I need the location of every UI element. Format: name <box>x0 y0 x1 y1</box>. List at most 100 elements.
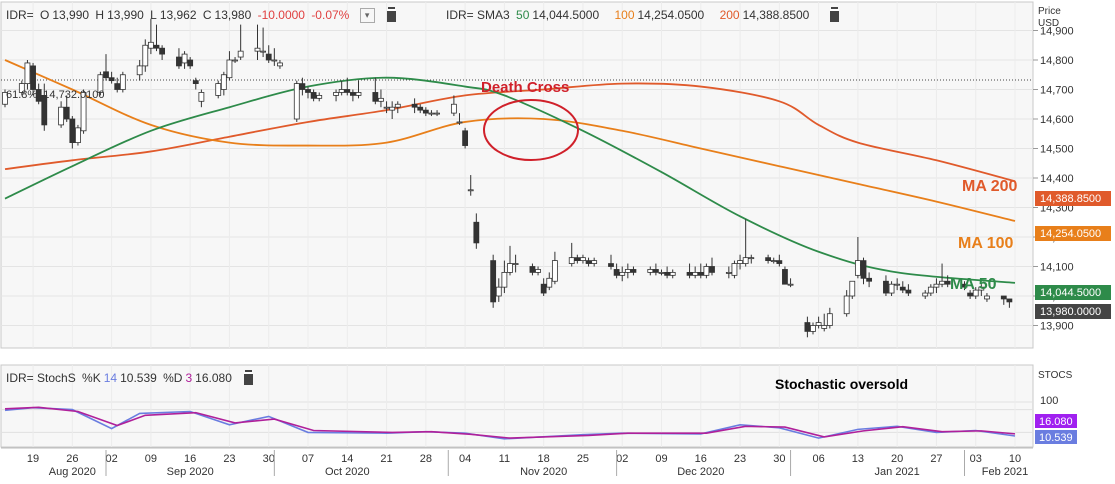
svg-text:13,980.0000: 13,980.0000 <box>1040 306 1101 318</box>
candle-body <box>271 59 278 62</box>
candle-body <box>389 106 396 111</box>
x-tick-label: 14 <box>341 453 353 465</box>
candle-body <box>305 89 311 93</box>
candle-body <box>776 260 783 264</box>
x-tick-label: 18 <box>538 453 550 465</box>
candle-body <box>119 74 126 90</box>
candle-body <box>501 271 508 288</box>
candle-body <box>652 269 659 273</box>
high-label: H <box>95 8 105 22</box>
x-tick-label: 30 <box>773 453 785 465</box>
x-tick-label: 11 <box>499 453 510 465</box>
candle-body <box>737 260 743 264</box>
price-tick-label: 14,800 <box>1040 55 1074 67</box>
candle-body <box>507 263 513 273</box>
candle-body <box>450 103 457 114</box>
ma100-annotation: MA 100 <box>958 235 1014 252</box>
x-tick-label: 30 <box>263 453 275 465</box>
x-tick-label: 23 <box>223 453 235 465</box>
candle-body <box>843 295 850 315</box>
candle-body <box>826 313 833 326</box>
candle-body <box>933 283 940 288</box>
candle-body <box>338 89 345 93</box>
change-pct-value: -0.07% <box>311 8 350 22</box>
svg-text:14,254.0500: 14,254.0500 <box>1040 228 1101 240</box>
x-tick-label: 26 <box>66 453 78 465</box>
chevron-down-icon[interactable]: ▾ <box>359 8 375 24</box>
x-tick-label: 02 <box>616 453 628 465</box>
x-month-label: Sep 2020 <box>167 466 214 478</box>
candle-body <box>417 106 424 111</box>
candle-body <box>619 271 626 276</box>
candle-body <box>748 257 755 260</box>
price-tick-label: 14,100 <box>1040 262 1074 274</box>
candle-body <box>265 53 272 61</box>
x-tick-label: 07 <box>302 453 314 465</box>
x-tick-label: 23 <box>734 453 746 465</box>
x-tick-label: 13 <box>852 453 864 465</box>
price-tick-label: 13,900 <box>1040 321 1074 333</box>
x-tick-label: 02 <box>105 453 117 465</box>
chart-canvas: 14,90014,80014,70014,60014,50014,40014,3… <box>0 1 1111 478</box>
candle-body <box>669 271 676 276</box>
candle-body <box>198 92 205 102</box>
candle-body <box>664 271 671 276</box>
candle-body <box>725 271 732 274</box>
candle-body <box>355 92 362 96</box>
candle-body <box>905 289 912 294</box>
candle-body <box>232 59 238 62</box>
x-tick-label: 16 <box>184 453 196 465</box>
sma100-value: 14,254.0500 <box>637 8 705 22</box>
x-month-label: Jan 2021 <box>875 466 920 478</box>
candle-body <box>333 92 339 96</box>
candle-body <box>394 103 401 108</box>
candle-body <box>192 80 199 85</box>
candle-body <box>467 189 474 192</box>
candle-body <box>927 286 934 294</box>
candle-body <box>473 221 480 244</box>
candle-body <box>849 280 856 297</box>
candle-body <box>613 269 620 276</box>
candle-body <box>984 295 990 300</box>
candle-body <box>316 95 323 99</box>
ma50-annotation: MA 50 <box>950 276 997 293</box>
candle-body <box>608 263 614 267</box>
x-month-label: Nov 2020 <box>520 466 567 478</box>
candle-body <box>153 44 160 49</box>
candle-body <box>742 257 749 264</box>
sma200-value: 14,388.8500 <box>742 8 810 22</box>
candle-body <box>159 47 166 55</box>
candle-body <box>1000 295 1007 300</box>
candle-body <box>310 92 317 99</box>
stoch-d-label: %D <box>163 371 183 385</box>
ma200-annotation: MA 200 <box>962 178 1018 195</box>
price-tick-label: 14,400 <box>1040 173 1074 185</box>
sma50-label: 50 <box>516 8 530 22</box>
price-axis-unit: USD <box>1038 18 1059 29</box>
candle-body <box>181 53 188 64</box>
sma100-label: 100 <box>614 8 635 22</box>
open-label: O <box>40 8 50 22</box>
price-tick-label: 14,500 <box>1040 144 1074 156</box>
candle-body <box>220 74 227 90</box>
high-value: 13,990 <box>107 8 144 22</box>
candle-body <box>187 59 194 67</box>
trash-icon[interactable] <box>387 9 397 23</box>
candle-body <box>922 292 929 297</box>
candle-body <box>372 92 379 102</box>
candle-body <box>293 83 300 120</box>
x-tick-label: 06 <box>812 453 824 465</box>
candle-body <box>226 59 233 79</box>
candle-body <box>782 269 788 285</box>
candle-body <box>69 118 76 144</box>
price-header: IDR= O 13,990 H 13,990 L 13,962 C 13,980 -10… <box>6 8 399 24</box>
candle-body <box>658 271 665 274</box>
candle-body <box>591 260 598 264</box>
candle-body <box>810 325 816 332</box>
trash-icon[interactable] <box>244 372 254 386</box>
candle-body <box>888 283 895 294</box>
badge-ma100: 14,254.0500 <box>1035 226 1111 241</box>
candle-body <box>495 286 502 297</box>
trash-icon[interactable] <box>829 9 839 23</box>
candle-body <box>883 280 889 294</box>
